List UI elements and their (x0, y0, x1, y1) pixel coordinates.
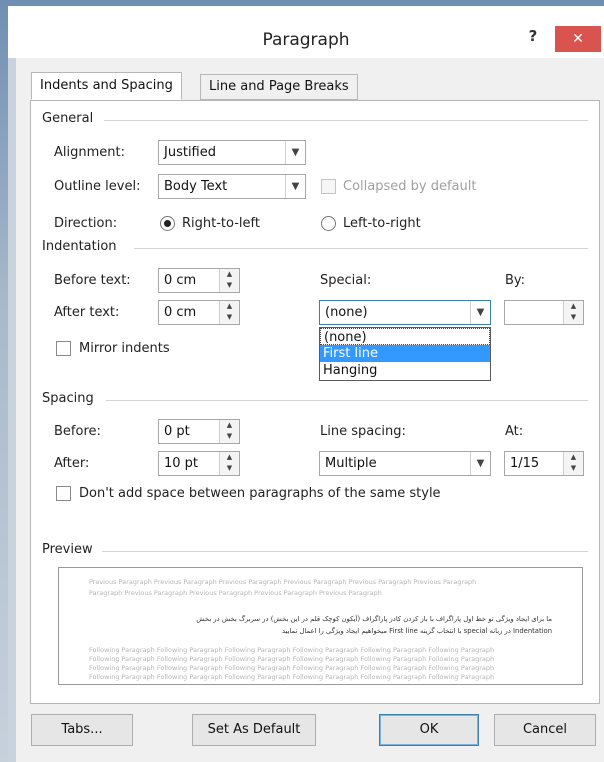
by-spinner[interactable]: ▲ ▼ (504, 300, 584, 325)
window-frame-left (0, 0, 8, 762)
line-spacing-value: Multiple (325, 456, 377, 471)
preview-sample-text: ما برای ایجاد ویژگی تو خط اول پاراگراف ب… (196, 615, 552, 623)
option-hanging[interactable]: Hanging (320, 362, 490, 379)
outline-level-value: Body Text (164, 179, 228, 194)
collapsed-by-default-checkbox[interactable] (321, 179, 336, 194)
option-none[interactable]: (none) (320, 328, 490, 345)
help-button[interactable]: ? (520, 27, 546, 51)
chevron-down-icon: ▼ (470, 452, 490, 475)
divider (102, 551, 588, 552)
after-text-value: 0 cm (164, 305, 197, 320)
spin-up-icon[interactable]: ▲ (220, 452, 239, 463)
special-value: (none) (325, 305, 368, 320)
right-to-left-label: Right-to-left (182, 216, 260, 231)
special-options-list[interactable]: (none) First line Hanging (319, 327, 491, 381)
preview-section-label: Preview (42, 542, 93, 557)
spacing-section-label: Spacing (42, 391, 94, 406)
chevron-down-icon: ▼ (285, 141, 305, 164)
preview-previous-text: Previous Paragraph Previous Paragraph Pr… (89, 578, 477, 586)
general-section-label: General (42, 111, 94, 126)
chevron-down-icon: ▼ (285, 175, 305, 198)
dialog-title: Paragraph (262, 30, 350, 50)
before-text-value: 0 cm (164, 273, 197, 288)
title-bar[interactable]: Paragraph ? ✕ (8, 6, 604, 58)
collapsed-by-default-label: Collapsed by default (343, 179, 477, 194)
by-label: By: (505, 273, 526, 288)
spin-buttons[interactable]: ▲ ▼ (219, 452, 239, 475)
indentation-section-label: Indentation (42, 239, 117, 254)
divider (106, 400, 588, 401)
set-as-default-button[interactable]: Set As Default (192, 714, 316, 746)
spin-down-icon[interactable]: ▼ (564, 463, 583, 474)
outline-level-dropdown[interactable]: Body Text ▼ (158, 174, 306, 199)
alignment-value: Justified (164, 145, 216, 160)
spin-up-icon[interactable]: ▲ (220, 301, 239, 312)
after-text-label: After text: (54, 305, 120, 320)
left-to-right-label: Left-to-right (343, 216, 421, 231)
spin-down-icon[interactable]: ▼ (220, 312, 239, 323)
spin-down-icon[interactable]: ▼ (220, 280, 239, 291)
right-to-left-radio[interactable] (160, 216, 175, 231)
divider (134, 248, 588, 249)
tab-line-and-page-breaks[interactable]: Line and Page Breaks (200, 74, 358, 100)
spacing-after-value: 10 pt (164, 456, 199, 471)
spin-up-icon[interactable]: ▲ (220, 420, 239, 431)
spin-up-icon[interactable]: ▲ (220, 269, 239, 280)
spacing-before-spinner[interactable]: 0 pt ▲ ▼ (158, 419, 240, 444)
ok-button[interactable]: OK (379, 714, 479, 746)
preview-following-text: Following Paragraph Following Paragraph … (89, 655, 495, 663)
cancel-button[interactable]: Cancel (494, 714, 596, 746)
preview-following-text: Following Paragraph Following Paragraph … (89, 664, 495, 672)
spacing-before-value: 0 pt (164, 424, 190, 439)
close-button[interactable]: ✕ (555, 26, 601, 52)
tab-label: Line and Page Breaks (209, 79, 349, 94)
direction-label: Direction: (54, 216, 118, 231)
spin-buttons[interactable]: ▲ ▼ (219, 269, 239, 292)
spacing-after-spinner[interactable]: 10 pt ▲ ▼ (158, 451, 240, 476)
outline-level-label: Outline level: (54, 179, 141, 194)
special-label: Special: (320, 273, 372, 288)
preview-box: Previous Paragraph Previous Paragraph Pr… (58, 567, 583, 685)
option-first-line[interactable]: First line (320, 345, 490, 362)
preview-sample-text: Indentation در زبانه special با انتخاب گ… (281, 627, 552, 635)
preview-previous-text: Paragraph Previous Paragraph Previous Pa… (89, 589, 382, 597)
spin-buttons[interactable]: ▲ ▼ (563, 452, 583, 475)
at-spinner[interactable]: 1/15 ▲ ▼ (504, 451, 584, 476)
alignment-label: Alignment: (54, 145, 125, 160)
mirror-indents-label: Mirror indents (79, 341, 170, 356)
spin-buttons[interactable]: ▲ ▼ (563, 301, 583, 324)
line-spacing-label: Line spacing: (320, 424, 406, 439)
divider (104, 120, 588, 121)
preview-following-text: Following Paragraph Following Paragraph … (89, 673, 495, 681)
line-spacing-dropdown[interactable]: Multiple ▼ (319, 451, 491, 476)
spin-down-icon[interactable]: ▼ (564, 312, 583, 323)
at-label: At: (505, 424, 524, 439)
spin-down-icon[interactable]: ▼ (220, 463, 239, 474)
alignment-dropdown[interactable]: Justified ▼ (158, 140, 306, 165)
spin-down-icon[interactable]: ▼ (220, 431, 239, 442)
at-value: 1/15 (510, 456, 540, 471)
spin-buttons[interactable]: ▲ ▼ (219, 301, 239, 324)
spin-up-icon[interactable]: ▲ (564, 452, 583, 463)
chevron-down-icon: ▼ (470, 301, 490, 324)
mirror-indents-checkbox[interactable] (56, 341, 71, 356)
tab-label: Indents and Spacing (40, 78, 173, 93)
after-text-spinner[interactable]: 0 cm ▲ ▼ (158, 300, 240, 325)
spin-buttons[interactable]: ▲ ▼ (219, 420, 239, 443)
special-dropdown[interactable]: (none) ▼ (319, 300, 491, 325)
left-to-right-radio[interactable] (321, 216, 336, 231)
preview-following-text: Following Paragraph Following Paragraph … (89, 646, 495, 654)
spacing-before-label: Before: (54, 424, 101, 439)
before-text-label: Before text: (54, 273, 131, 288)
tab-indents-and-spacing[interactable]: Indents and Spacing (31, 72, 182, 100)
spin-up-icon[interactable]: ▲ (564, 301, 583, 312)
before-text-spinner[interactable]: 0 cm ▲ ▼ (158, 268, 240, 293)
spacing-after-label: After: (54, 456, 90, 471)
tabs-button[interactable]: Tabs... (31, 714, 133, 746)
dont-add-space-checkbox[interactable] (56, 486, 71, 501)
dont-add-space-label: Don't add space between paragraphs of th… (79, 486, 441, 501)
